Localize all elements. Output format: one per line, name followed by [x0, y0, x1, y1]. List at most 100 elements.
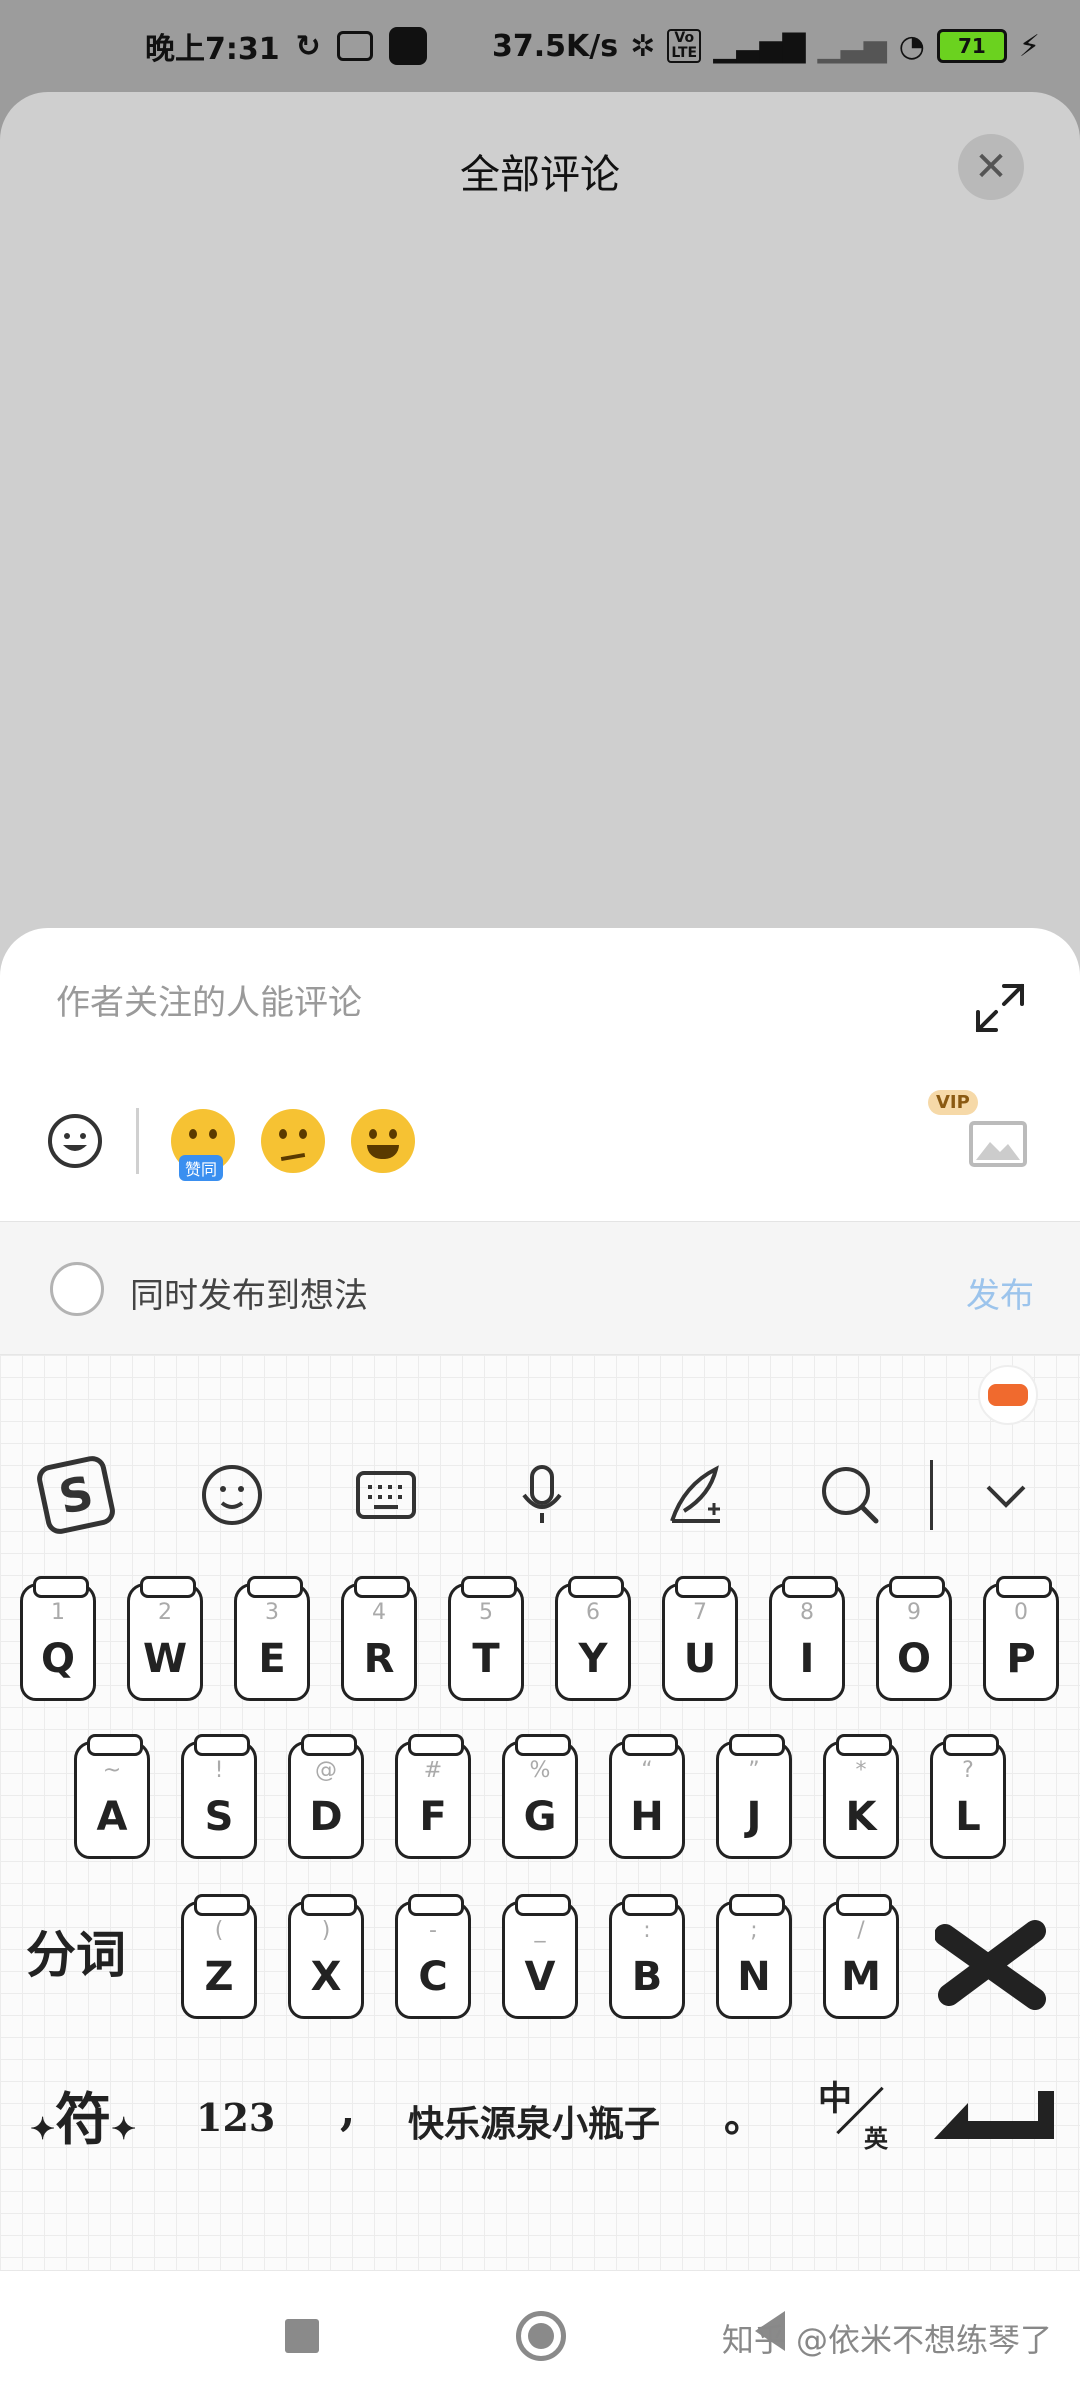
- key-letter: Y: [578, 1636, 608, 1682]
- expand-icon[interactable]: [972, 980, 1028, 1036]
- symbol-key-label: 符: [55, 2087, 112, 2153]
- key-hint: _: [534, 1918, 546, 1943]
- key-y[interactable]: 6 Y: [555, 1576, 631, 1701]
- sync-to-thoughts-radio[interactable]: [50, 1262, 104, 1316]
- comment-input[interactable]: [56, 978, 936, 1028]
- key-b[interactable]: : B: [609, 1894, 685, 2019]
- key-letter: N: [737, 1954, 771, 2000]
- sparkle-icon: ✦: [111, 2112, 137, 2147]
- key-hint: 9: [907, 1600, 921, 1625]
- comments-sheet: 全部评论 ✕: [0, 92, 1080, 992]
- key-o[interactable]: 9 O: [876, 1576, 952, 1701]
- emoji-picker-icon[interactable]: [46, 1112, 104, 1170]
- charging-icon: ⚡: [1018, 28, 1040, 64]
- publish-button[interactable]: 发布: [966, 1268, 1034, 1317]
- key-hint: 3: [265, 1600, 279, 1625]
- key-hint: (: [214, 1918, 224, 1943]
- handwriting-quill-icon[interactable]: [656, 1455, 736, 1535]
- comma-key[interactable]: ,: [340, 2085, 355, 2136]
- key-hint: ~: [102, 1758, 122, 1783]
- signal-icon: ▁▃▅▇: [713, 28, 806, 64]
- key-j[interactable]: ” J: [716, 1734, 792, 1859]
- key-hint: 8: [800, 1600, 814, 1625]
- key-p[interactable]: 0 P: [983, 1576, 1059, 1701]
- home-icon[interactable]: [516, 2311, 566, 2361]
- vip-badge: VIP: [928, 1090, 978, 1115]
- numbers-key[interactable]: 123: [196, 2095, 275, 2140]
- backspace-icon[interactable]: [935, 1915, 1055, 2015]
- key-letter: U: [683, 1636, 717, 1682]
- lang-zh-label: 中: [818, 2079, 852, 2119]
- segment-key[interactable]: 分词: [26, 1915, 126, 1987]
- key-hint: ): [321, 1918, 331, 1943]
- key-hint: @: [315, 1758, 337, 1783]
- key-hint: “: [641, 1758, 653, 1783]
- key-k[interactable]: * K: [823, 1734, 899, 1859]
- key-t[interactable]: 5 T: [448, 1576, 524, 1701]
- chevron-down-icon[interactable]: [966, 1455, 1046, 1535]
- key-m[interactable]: / M: [823, 1894, 899, 2019]
- ime-keyboard: S 1 Q 2 W 3 E 4 R 5 T 6 Y 7 U 8 I 9 O 0 …: [0, 1355, 1080, 2270]
- search-icon[interactable]: [810, 1455, 890, 1535]
- symbol-key[interactable]: ✦符✦: [30, 2075, 136, 2156]
- watermark: 知乎 @依米不想练琴了: [721, 2321, 1052, 2359]
- publish-bar: 同时发布到想法 发布: [0, 1221, 1080, 1355]
- key-hint: 0: [1014, 1600, 1028, 1625]
- status-bar: 晚上7:31 ↻ 37.5K/s ✲ Vo LTE ▁▃▅▇ ▁▃▅ ◔ 71 …: [0, 0, 1080, 92]
- wifi-icon: ◔: [898, 28, 925, 64]
- emoji-keyboard-icon[interactable]: [192, 1455, 272, 1535]
- key-hint: 5: [479, 1600, 493, 1625]
- thinking-emoji-icon[interactable]: [261, 1109, 325, 1173]
- key-g[interactable]: % G: [502, 1734, 578, 1859]
- key-r[interactable]: 4 R: [341, 1576, 417, 1701]
- key-s[interactable]: ! S: [181, 1734, 257, 1859]
- key-letter: S: [204, 1794, 234, 1840]
- key-l[interactable]: ? L: [930, 1734, 1006, 1859]
- key-a[interactable]: ~ A: [74, 1734, 150, 1859]
- key-hint: !: [214, 1758, 224, 1783]
- agree-emoji-icon[interactable]: 赞同: [171, 1109, 235, 1181]
- key-letter: V: [524, 1954, 556, 2000]
- key-hint: 1: [51, 1600, 65, 1625]
- sync-to-thoughts-label: 同时发布到想法: [130, 1276, 368, 1316]
- navigation-bar: 知乎 @依米不想练琴了: [0, 2270, 1080, 2400]
- keyboard-layout-icon[interactable]: [346, 1455, 426, 1535]
- key-hint: 7: [693, 1600, 707, 1625]
- period-key[interactable]: 。: [724, 2085, 764, 2143]
- key-x[interactable]: ) X: [288, 1894, 364, 2019]
- key-e[interactable]: 3 E: [234, 1576, 310, 1701]
- signal-2-icon: ▁▃▅: [817, 28, 887, 64]
- key-i[interactable]: 8 I: [769, 1576, 845, 1701]
- key-d[interactable]: @ D: [288, 1734, 364, 1859]
- key-v[interactable]: _ V: [502, 1894, 578, 2019]
- enter-icon[interactable]: [928, 2085, 1060, 2149]
- close-button[interactable]: ✕: [958, 134, 1024, 200]
- key-z[interactable]: ( Z: [181, 1894, 257, 2019]
- key-letter: G: [523, 1794, 557, 1840]
- key-letter: L: [955, 1794, 981, 1840]
- emoji-divider: [136, 1108, 139, 1174]
- space-key[interactable]: 快乐源泉小瓶子: [408, 2095, 660, 2147]
- key-h[interactable]: “ H: [609, 1734, 685, 1859]
- key-f[interactable]: # F: [395, 1734, 471, 1859]
- key-letter: R: [363, 1636, 395, 1682]
- keyboard-status-icon: [336, 31, 373, 61]
- sogou-logo-icon[interactable]: S: [34, 1453, 118, 1537]
- key-hint: ?: [962, 1758, 974, 1783]
- key-letter: A: [96, 1794, 128, 1840]
- language-switch-key[interactable]: 中 英: [818, 2071, 898, 2153]
- recent-apps-icon[interactable]: [285, 2319, 319, 2353]
- key-n[interactable]: ; N: [716, 1894, 792, 2019]
- microphone-icon[interactable]: [502, 1455, 582, 1535]
- key-hint: 2: [158, 1600, 172, 1625]
- image-upload-button[interactable]: VIP: [928, 1090, 1034, 1176]
- key-w[interactable]: 2 W: [127, 1576, 203, 1701]
- key-c[interactable]: - C: [395, 1894, 471, 2019]
- keyboard-mascot-icon[interactable]: [978, 1365, 1038, 1425]
- key-hint: %: [529, 1758, 551, 1783]
- grinning-emoji-icon[interactable]: [351, 1109, 415, 1173]
- key-u[interactable]: 7 U: [662, 1576, 738, 1701]
- key-q[interactable]: 1 Q: [20, 1576, 96, 1701]
- key-hint: -: [429, 1918, 437, 1943]
- app-notification-icon: [388, 27, 427, 65]
